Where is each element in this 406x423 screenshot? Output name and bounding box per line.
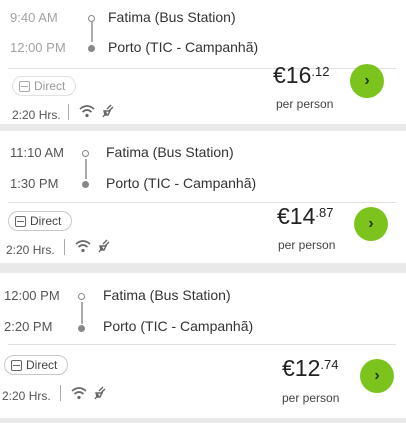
divider [8, 68, 396, 69]
direct-badge: Direct [4, 355, 69, 375]
departure-time: 9:40 AM [10, 10, 58, 25]
divider [8, 202, 396, 203]
price-main: €12 [282, 355, 321, 381]
chevron-right-icon: › [368, 215, 374, 232]
trip-duration: 2:20 Hrs. [6, 243, 55, 257]
wifi-icon [79, 105, 95, 118]
trip-price: €14.87 [277, 203, 333, 230]
departure-time: 12:00 PM [4, 288, 60, 303]
plug-icon [94, 386, 106, 400]
chevron-right-icon: › [374, 367, 380, 384]
arrival-time: 12:00 PM [10, 40, 66, 55]
destination-dot-icon [78, 325, 85, 332]
trip-price: €16.12 [273, 62, 329, 89]
trip-card[interactable]: 9:40 AM Fatima (Bus Station) 12:00 PM Po… [0, 0, 406, 124]
plug-icon [98, 239, 110, 253]
arrival-row: 12:00 PM Porto (TIC - Campanhã) [0, 36, 400, 60]
price-note: per person [276, 97, 334, 111]
trip-card[interactable]: 12:00 PM Fatima (Bus Station) 2:20 PM Po… [0, 273, 406, 418]
price-cents: .12 [311, 64, 330, 79]
arrival-row: 2:20 PM Porto (TIC - Campanhã) [0, 315, 400, 339]
departure-row: 12:00 PM Fatima (Bus Station) [0, 284, 400, 308]
arrival-time: 2:20 PM [4, 319, 53, 334]
origin-dot-icon [88, 15, 95, 22]
wifi-icon [71, 387, 87, 400]
origin-dot-icon [82, 150, 89, 157]
origin-station: Fatima (Bus Station) [108, 9, 236, 25]
badge-label: Direct [26, 358, 58, 372]
divider [8, 344, 396, 345]
arrival-row: 1:30 PM Porto (TIC - Campanhã) [0, 172, 400, 196]
separator [60, 385, 61, 401]
plug-icon [102, 104, 114, 118]
origin-dot-icon [78, 293, 85, 300]
chevron-right-icon: › [364, 72, 370, 89]
wifi-icon [75, 240, 91, 253]
badge-label: Direct [34, 79, 66, 93]
price-cents: .74 [320, 357, 339, 372]
direct-badge: Direct [8, 211, 73, 231]
bus-icon [19, 80, 30, 92]
trip-duration: 2:20 Hrs. [12, 108, 61, 122]
departure-time: 11:10 AM [10, 145, 64, 160]
price-note: per person [282, 391, 340, 405]
trip-results-list: 9:40 AM Fatima (Bus Station) 12:00 PM Po… [0, 0, 406, 423]
destination-dot-icon [88, 45, 95, 52]
separator [64, 239, 65, 255]
origin-station: Fatima (Bus Station) [103, 287, 231, 303]
direct-badge: Direct [12, 76, 77, 96]
price-main: €14 [277, 203, 316, 229]
destination-dot-icon [82, 181, 89, 188]
destination-station: Porto (TIC - Campanhã) [108, 39, 259, 55]
trip-card[interactable]: 11:10 AM Fatima (Bus Station) 1:30 PM Po… [0, 131, 406, 263]
departure-row: 11:10 AM Fatima (Bus Station) [0, 141, 400, 165]
bus-icon [15, 215, 26, 227]
select-trip-button[interactable]: › [350, 64, 384, 98]
price-cents: .87 [315, 205, 334, 220]
price-main: €16 [273, 62, 312, 88]
bus-icon [11, 359, 22, 371]
departure-row: 9:40 AM Fatima (Bus Station) [0, 6, 400, 30]
trip-price: €12.74 [282, 355, 338, 382]
destination-station: Porto (TIC - Campanhã) [103, 318, 254, 334]
separator [68, 104, 69, 120]
destination-station: Porto (TIC - Campanhã) [106, 175, 257, 191]
select-trip-button[interactable]: › [360, 359, 394, 393]
select-trip-button[interactable]: › [354, 207, 388, 241]
trip-duration: 2:20 Hrs. [2, 389, 51, 403]
arrival-time: 1:30 PM [10, 176, 59, 191]
price-note: per person [278, 238, 336, 252]
origin-station: Fatima (Bus Station) [106, 144, 234, 160]
badge-label: Direct [30, 214, 62, 228]
